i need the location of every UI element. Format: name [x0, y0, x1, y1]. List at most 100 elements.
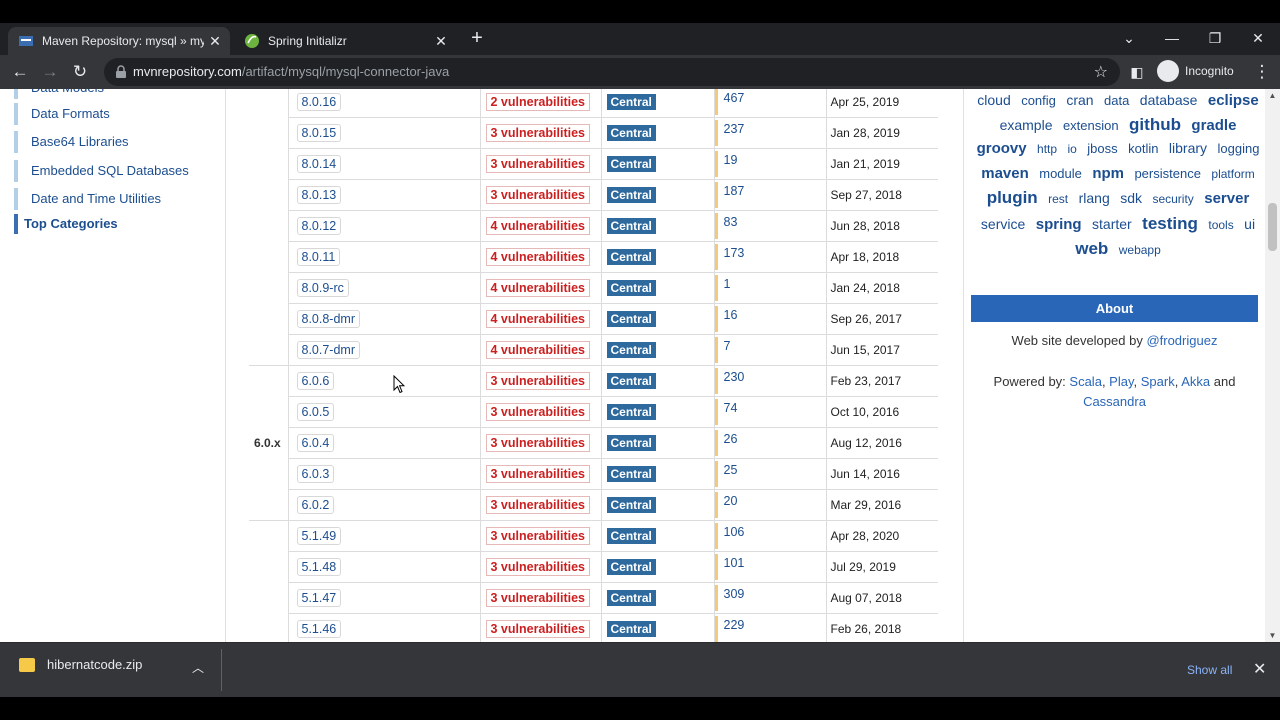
- tag-link[interactable]: starter: [1092, 216, 1132, 232]
- usages-link[interactable]: 467: [714, 89, 826, 115]
- usages-link[interactable]: 1: [714, 275, 826, 301]
- show-all-button[interactable]: Show all: [1181, 657, 1238, 683]
- tag-link[interactable]: service: [981, 216, 1025, 232]
- tag-link[interactable]: eclipse: [1208, 92, 1259, 109]
- tag-link[interactable]: ui: [1244, 216, 1255, 232]
- version-link[interactable]: 8.0.12: [296, 217, 342, 235]
- vulnerabilities-link[interactable]: 3 vulnerabilities: [485, 372, 590, 390]
- vulnerabilities-link[interactable]: 3 vulnerabilities: [485, 434, 590, 452]
- vulnerabilities-link[interactable]: 4 vulnerabilities: [485, 279, 590, 297]
- repository-badge[interactable]: Central: [606, 528, 656, 544]
- version-link[interactable]: 6.0.6: [296, 372, 335, 390]
- usages-link[interactable]: 26: [714, 430, 826, 456]
- back-arrow-icon[interactable]: ←: [9, 61, 31, 83]
- tag-link[interactable]: data: [1104, 93, 1129, 108]
- usages-link[interactable]: 25: [714, 461, 826, 487]
- sidebar-top-categories[interactable]: Top Categories: [14, 214, 118, 234]
- vulnerabilities-link[interactable]: 3 vulnerabilities: [485, 465, 590, 483]
- repository-badge[interactable]: Central: [606, 218, 656, 234]
- version-link[interactable]: 5.1.46: [296, 620, 342, 638]
- usages-link[interactable]: 83: [714, 213, 826, 239]
- version-link[interactable]: 8.0.15: [296, 124, 342, 142]
- usages-link[interactable]: 237: [714, 120, 826, 146]
- vulnerabilities-link[interactable]: 3 vulnerabilities: [485, 186, 590, 204]
- repository-badge[interactable]: Central: [606, 125, 656, 141]
- reload-icon[interactable]: ↻: [69, 61, 91, 83]
- close-shelf-icon[interactable]: ✕: [1253, 657, 1266, 683]
- usages-link[interactable]: 16: [714, 306, 826, 332]
- repository-badge[interactable]: Central: [606, 280, 656, 296]
- developer-link[interactable]: @frodriguez: [1146, 333, 1217, 348]
- tag-link[interactable]: io: [1068, 142, 1077, 156]
- address-bar[interactable]: mvnrepository.com/artifact/mysql/mysql-c…: [104, 58, 1120, 86]
- tag-link[interactable]: web: [1075, 239, 1108, 258]
- version-link[interactable]: 8.0.13: [296, 186, 342, 204]
- repository-badge[interactable]: Central: [606, 311, 656, 327]
- version-link[interactable]: 8.0.16: [296, 93, 342, 111]
- version-link[interactable]: 5.1.48: [296, 558, 342, 576]
- repository-badge[interactable]: Central: [606, 497, 656, 513]
- repository-badge[interactable]: Central: [606, 621, 656, 637]
- side-panel-icon[interactable]: ◧: [1126, 61, 1148, 83]
- new-tab-button[interactable]: +: [466, 27, 488, 49]
- sidebar-link-date-time[interactable]: Date and Time Utilities: [14, 188, 161, 210]
- usages-link[interactable]: 229: [714, 616, 826, 642]
- usages-link[interactable]: 187: [714, 182, 826, 208]
- tag-link[interactable]: sdk: [1120, 190, 1142, 206]
- repository-badge[interactable]: Central: [606, 342, 656, 358]
- sidebar-link-data-formats[interactable]: Data Formats: [14, 103, 110, 125]
- version-link[interactable]: 5.1.47: [296, 589, 342, 607]
- tag-link[interactable]: kotlin: [1128, 141, 1158, 156]
- vulnerabilities-link[interactable]: 3 vulnerabilities: [485, 124, 590, 142]
- tag-link[interactable]: plugin: [987, 188, 1038, 207]
- incognito-profile[interactable]: Incognito: [1157, 60, 1234, 82]
- tag-link[interactable]: tools: [1208, 218, 1233, 232]
- version-link[interactable]: 8.0.7-dmr: [296, 341, 360, 359]
- version-link[interactable]: 8.0.8-dmr: [296, 310, 360, 328]
- tab-spring-initializr[interactable]: Spring Initializr ✕: [234, 27, 456, 55]
- vulnerabilities-link[interactable]: 3 vulnerabilities: [485, 155, 590, 173]
- page-scrollbar[interactable]: ▲ ▼: [1265, 89, 1280, 642]
- akka-link[interactable]: Akka: [1181, 374, 1210, 389]
- vulnerabilities-link[interactable]: 3 vulnerabilities: [485, 403, 590, 421]
- tag-link[interactable]: http: [1037, 142, 1057, 156]
- version-link[interactable]: 6.0.2: [296, 496, 335, 514]
- tag-link[interactable]: module: [1039, 166, 1082, 181]
- version-link[interactable]: 6.0.4: [296, 434, 335, 452]
- vulnerabilities-link[interactable]: 3 vulnerabilities: [485, 558, 590, 576]
- play-link[interactable]: Play: [1109, 374, 1133, 389]
- usages-link[interactable]: 173: [714, 244, 826, 270]
- vulnerabilities-link[interactable]: 4 vulnerabilities: [485, 217, 590, 235]
- usages-link[interactable]: 309: [714, 585, 826, 611]
- spark-link[interactable]: Spark: [1141, 374, 1175, 389]
- usages-link[interactable]: 20: [714, 492, 826, 518]
- scroll-up-icon[interactable]: ▲: [1268, 91, 1277, 100]
- bookmark-star-icon[interactable]: ☆: [1094, 62, 1108, 82]
- usages-link[interactable]: 7: [714, 337, 826, 363]
- repository-badge[interactable]: Central: [606, 466, 656, 482]
- tag-link[interactable]: groovy: [977, 140, 1027, 157]
- version-link[interactable]: 6.0.3: [296, 465, 335, 483]
- repository-badge[interactable]: Central: [606, 559, 656, 575]
- tag-link[interactable]: config: [1021, 93, 1056, 108]
- usages-link[interactable]: 101: [714, 554, 826, 580]
- tag-link[interactable]: gradle: [1191, 117, 1236, 134]
- vulnerabilities-link[interactable]: 4 vulnerabilities: [485, 248, 590, 266]
- repository-badge[interactable]: Central: [606, 156, 656, 172]
- usages-link[interactable]: 106: [714, 523, 826, 549]
- usages-link[interactable]: 230: [714, 368, 826, 394]
- sidebar-link-embedded-sql[interactable]: Embedded SQL Databases: [14, 160, 189, 182]
- scroll-thumb[interactable]: [1268, 203, 1277, 251]
- tag-link[interactable]: example: [1000, 117, 1053, 133]
- usages-link[interactable]: 74: [714, 399, 826, 425]
- tag-link[interactable]: npm: [1092, 165, 1124, 182]
- tab-search-icon[interactable]: ⌄: [1117, 27, 1141, 49]
- tag-link[interactable]: logging: [1218, 141, 1260, 156]
- tag-link[interactable]: library: [1169, 140, 1207, 156]
- repository-badge[interactable]: Central: [606, 94, 656, 110]
- tag-link[interactable]: database: [1140, 92, 1198, 108]
- tag-link[interactable]: maven: [981, 165, 1029, 182]
- restore-icon[interactable]: ❐: [1203, 27, 1227, 49]
- usages-link[interactable]: 19: [714, 151, 826, 177]
- tag-link[interactable]: persistence: [1134, 166, 1200, 181]
